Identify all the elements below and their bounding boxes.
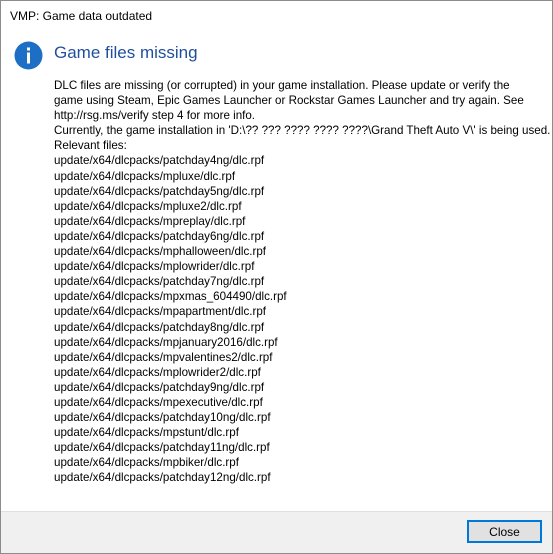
file-item: update/x64/dlcpacks/patchday12ng/dlc.rpf <box>54 471 271 485</box>
file-list: update/x64/dlcpacks/patchday4ng/dlc.rpf … <box>54 153 546 485</box>
file-item: update/x64/dlcpacks/mpapartment/dlc.rpf <box>54 305 267 319</box>
file-item: update/x64/dlcpacks/mpbiker/dlc.rpf <box>54 456 239 470</box>
file-item: update/x64/dlcpacks/mpstunt/dlc.rpf <box>54 426 239 440</box>
message-dialog: VMP: Game data outdated Game files missi… <box>0 0 553 554</box>
file-item: update/x64/dlcpacks/mplowrider2/dlc.rpf <box>54 365 261 379</box>
file-item: update/x64/dlcpacks/patchday5ng/dlc.rpf <box>54 184 265 198</box>
message-line: Currently, the game installation in 'D:\… <box>54 124 551 138</box>
dialog-heading: Game files missing <box>54 43 198 62</box>
close-button[interactable]: Close <box>467 520 542 543</box>
file-item: update/x64/dlcpacks/patchday4ng/dlc.rpf <box>54 154 265 168</box>
file-item: update/x64/dlcpacks/mpluxe2/dlc.rpf <box>54 199 242 213</box>
message-line: game using Steam, Epic Games Launcher or… <box>54 94 524 108</box>
file-item: update/x64/dlcpacks/mpluxe/dlc.rpf <box>54 169 236 183</box>
title-bar[interactable]: VMP: Game data outdated <box>1 1 552 31</box>
file-item: update/x64/dlcpacks/mpxmas_604490/dlc.rp… <box>54 290 287 304</box>
file-item: update/x64/dlcpacks/mpreplay/dlc.rpf <box>54 214 246 228</box>
file-item: update/x64/dlcpacks/mpexecutive/dlc.rpf <box>54 395 263 409</box>
file-item: update/x64/dlcpacks/patchday9ng/dlc.rpf <box>54 380 265 394</box>
file-item: update/x64/dlcpacks/patchday6ng/dlc.rpf <box>54 229 265 243</box>
file-item: update/x64/dlcpacks/patchday11ng/dlc.rpf <box>54 441 270 455</box>
info-icon <box>14 41 43 70</box>
file-item: update/x64/dlcpacks/patchday8ng/dlc.rpf <box>54 320 265 334</box>
dialog-footer: Close <box>1 511 552 553</box>
message-line: http://rsg.ms/verify step 4 for more inf… <box>54 109 256 123</box>
dialog-message: DLC files are missing (or corrupted) in … <box>54 78 551 486</box>
window-title: VMP: Game data outdated <box>10 9 153 23</box>
message-line: DLC files are missing (or corrupted) in … <box>54 79 510 92</box>
file-item: update/x64/dlcpacks/mphalloween/dlc.rpf <box>54 245 267 259</box>
file-item: update/x64/dlcpacks/mplowrider/dlc.rpf <box>54 260 255 274</box>
file-item: update/x64/dlcpacks/patchday7ng/dlc.rpf <box>54 275 265 289</box>
file-item: update/x64/dlcpacks/mpjanuary2016/dlc.rp… <box>54 335 278 349</box>
message-line: Relevant files: <box>54 139 127 153</box>
file-item: update/x64/dlcpacks/mpvalentines2/dlc.rp… <box>54 350 273 364</box>
file-item: update/x64/dlcpacks/patchday10ng/dlc.rpf <box>54 411 271 425</box>
